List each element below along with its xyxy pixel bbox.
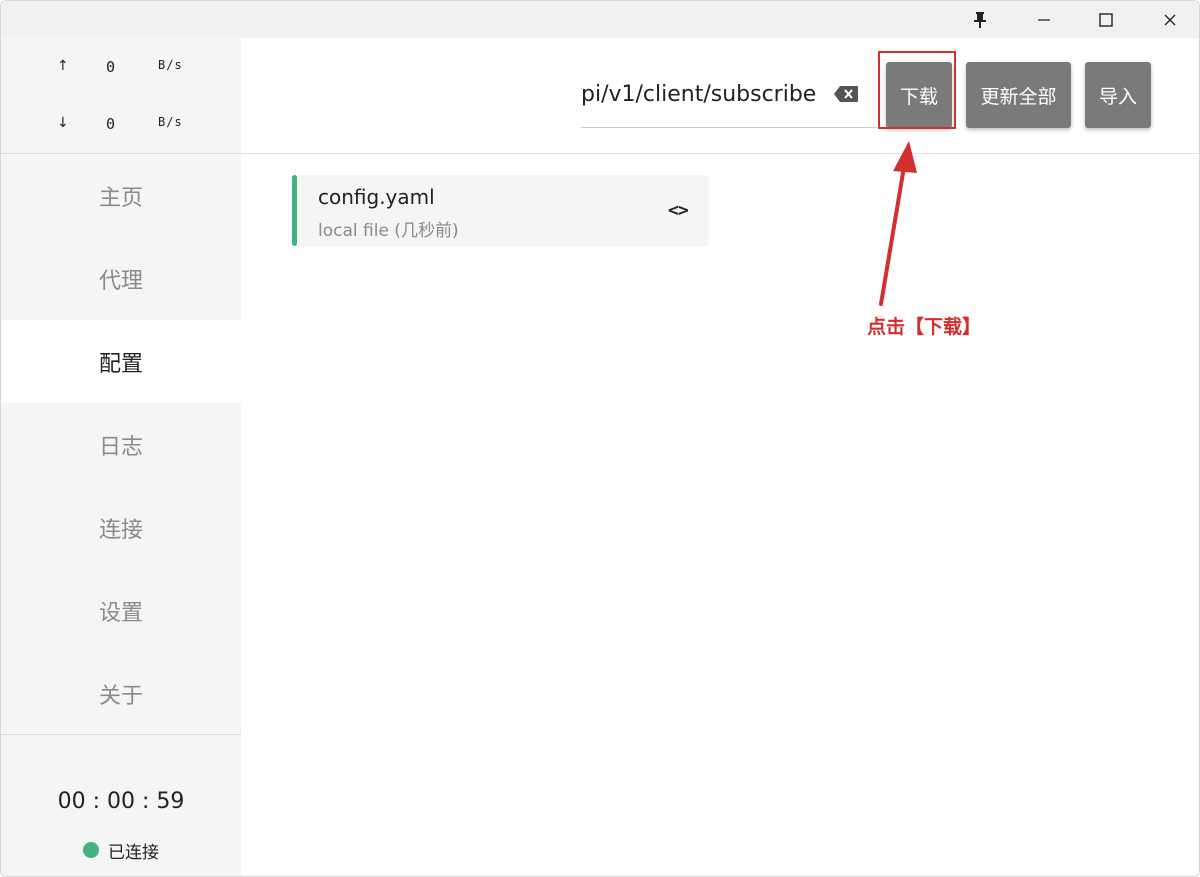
sidebar-item-settings[interactable]: 设置 (1, 569, 241, 652)
import-button[interactable]: 导入 (1085, 62, 1151, 128)
profile-card[interactable]: config.yaml local file (几秒前) <> (292, 175, 709, 246)
pin-button[interactable] (951, 1, 1009, 38)
sidebar-divider (1, 734, 241, 735)
clear-input-icon[interactable] (833, 85, 859, 103)
sidebar-item-profiles[interactable]: 配置 (1, 320, 241, 403)
sidebar-item-label: 配置 (98, 351, 143, 377)
minimize-icon (1038, 18, 1050, 21)
download-unit: B/s (158, 115, 183, 129)
connection-status: 已连接 (83, 838, 159, 863)
pin-icon (974, 11, 986, 28)
close-icon (1164, 14, 1176, 25)
uptime-timer: 00 : 00 : 59 (57, 789, 185, 814)
update-all-button[interactable]: 更新全部 (966, 62, 1071, 128)
status-dot-icon (83, 842, 99, 858)
annotation-text: 点击【下载】 (867, 316, 982, 338)
maximize-icon (1099, 12, 1113, 27)
sidebar-item-label: 代理 (98, 268, 143, 294)
traffic-panel: ↑ 0 B/s ↓ 0 B/s (1, 38, 241, 154)
download-value: 0 (106, 115, 116, 133)
upload-value: 0 (106, 58, 116, 76)
upload-unit: B/s (158, 58, 183, 72)
sidebar-item-proxy[interactable]: 代理 (1, 237, 241, 320)
sidebar-item-label: 关于 (98, 683, 143, 709)
sidebar-nav: 主页 代理 配置 日志 连接 设置 关于 (1, 154, 241, 735)
sidebar-item-logs[interactable]: 日志 (1, 403, 241, 486)
annotation-highlight-box (878, 51, 956, 129)
edit-code-icon[interactable]: <> (668, 200, 689, 221)
profiles-header: 下载 更新全部 导入 (241, 38, 1199, 154)
download-arrow-icon: ↓ (57, 115, 69, 131)
maximize-button[interactable] (1077, 1, 1135, 38)
sidebar-item-label: 设置 (98, 600, 143, 626)
title-bar (1, 1, 1199, 38)
subscription-url-field (581, 62, 877, 128)
sidebar-item-label: 连接 (98, 517, 143, 543)
profile-name: config.yaml (318, 185, 435, 209)
sidebar: ↑ 0 B/s ↓ 0 B/s 主页 代理 配置 日志 连接 设置 关于 00 … (1, 38, 241, 876)
upload-speed: ↑ 0 B/s (1, 58, 241, 78)
sidebar-item-label: 日志 (98, 434, 143, 460)
upload-arrow-icon: ↑ (57, 58, 69, 74)
minimize-button[interactable] (1015, 1, 1073, 38)
import-button-label: 导入 (1098, 85, 1137, 108)
download-speed: ↓ 0 B/s (1, 115, 241, 135)
profile-subtitle: local file (几秒前) (318, 221, 459, 241)
sidebar-item-connections[interactable]: 连接 (1, 486, 241, 569)
app-window: ↑ 0 B/s ↓ 0 B/s 主页 代理 配置 日志 连接 设置 关于 00 … (0, 0, 1200, 877)
subscription-url-input[interactable] (581, 82, 821, 107)
update-all-button-label: 更新全部 (980, 85, 1057, 108)
status-label: 已连接 (108, 842, 159, 863)
sidebar-item-about[interactable]: 关于 (1, 652, 241, 735)
close-button[interactable] (1141, 1, 1199, 38)
annotation-arrow-icon (879, 141, 917, 306)
active-profile-indicator (292, 175, 297, 246)
sidebar-item-home[interactable]: 主页 (1, 154, 241, 237)
sidebar-item-label: 主页 (98, 185, 143, 211)
